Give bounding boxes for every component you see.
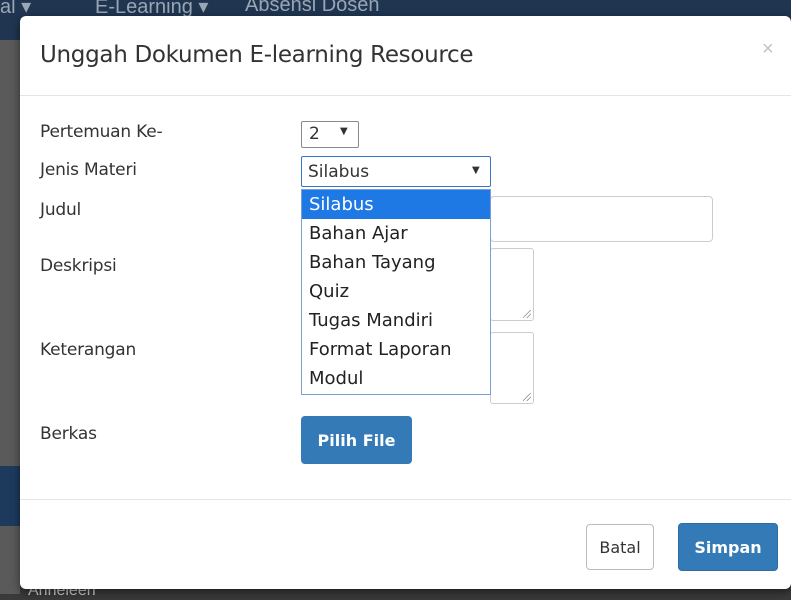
jenis-materi-select[interactable]: Silabus ▼	[301, 156, 491, 187]
jenis-materi-dropdown: Silabus Bahan Ajar Bahan Tayang Quiz Tug…	[301, 189, 491, 395]
dropdown-option-bahan-ajar[interactable]: Bahan Ajar	[302, 219, 490, 248]
pertemuan-value: 2	[309, 124, 320, 144]
modal-title: Unggah Dokumen E-learning Resource	[40, 42, 474, 68]
resize-handle-icon[interactable]	[523, 393, 531, 401]
dropdown-option-modul[interactable]: Modul	[302, 364, 490, 393]
dropdown-option-bahan-tayang[interactable]: Bahan Tayang	[302, 248, 490, 277]
judul-label: Judul	[40, 200, 82, 220]
deskripsi-textarea[interactable]	[490, 248, 534, 321]
berkas-label: Berkas	[40, 424, 97, 444]
chevron-down-icon: ▼	[472, 165, 480, 176]
background-left-panel	[0, 40, 20, 594]
modal-header: Unggah Dokumen E-learning Resource ×	[20, 16, 791, 96]
jenis-materi-value: Silabus	[308, 162, 370, 182]
dropdown-option-silabus[interactable]: Silabus	[302, 190, 490, 219]
pilih-file-button[interactable]: Pilih File	[301, 416, 412, 464]
keterangan-textarea[interactable]	[490, 332, 534, 404]
simpan-button[interactable]: Simpan	[678, 523, 778, 571]
judul-input[interactable]	[490, 196, 713, 242]
background-strip	[0, 466, 20, 526]
deskripsi-label: Deskripsi	[40, 256, 117, 276]
pertemuan-label: Pertemuan Ke-	[40, 122, 163, 142]
footer-divider	[20, 499, 791, 500]
dropdown-option-tugas-mandiri[interactable]: Tugas Mandiri	[302, 306, 490, 335]
close-icon[interactable]: ×	[762, 38, 774, 61]
bg-nav-item: Absensi Dosen	[245, 0, 380, 16]
keterangan-label: Keterangan	[40, 340, 137, 360]
batal-button[interactable]: Batal	[586, 524, 654, 570]
resize-handle-icon[interactable]	[523, 310, 531, 318]
jenis-materi-label: Jenis Materi	[40, 160, 137, 180]
chevron-down-icon: ▼	[340, 126, 348, 137]
dropdown-option-format-laporan[interactable]: Format Laporan	[302, 335, 490, 364]
dropdown-option-quiz[interactable]: Quiz	[302, 277, 490, 306]
upload-modal: Unggah Dokumen E-learning Resource × Per…	[20, 16, 791, 589]
pertemuan-select[interactable]: 2 ▼	[301, 121, 359, 148]
